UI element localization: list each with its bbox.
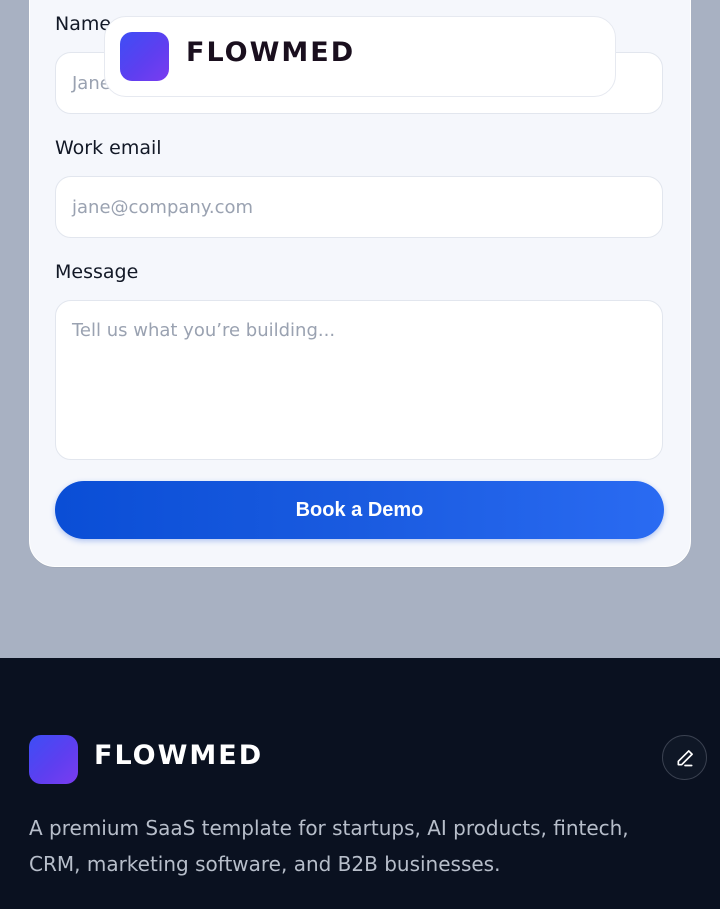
header-brand[interactable]: FLOWMED (186, 37, 355, 68)
pencil-icon (677, 749, 693, 766)
message-placeholder: Tell us what you’re building... (72, 320, 336, 341)
footer-logo-icon (29, 735, 78, 784)
footer-brand: FLOWMED (94, 740, 264, 771)
email-field[interactable]: jane@company.com (55, 176, 663, 238)
logo-icon[interactable] (120, 32, 169, 81)
name-label: Name (55, 13, 112, 35)
footer-tagline: A premium SaaS template for startups, AI… (29, 816, 629, 876)
message-field[interactable]: Tell us what you’re building... (55, 300, 663, 460)
site-header: FLOWMED (104, 16, 616, 97)
email-placeholder: jane@company.com (72, 196, 254, 218)
email-label: Work email (55, 137, 162, 159)
book-demo-button[interactable]: Book a Demo (55, 481, 664, 539)
message-label: Message (55, 261, 139, 283)
edit-button[interactable] (662, 735, 707, 780)
